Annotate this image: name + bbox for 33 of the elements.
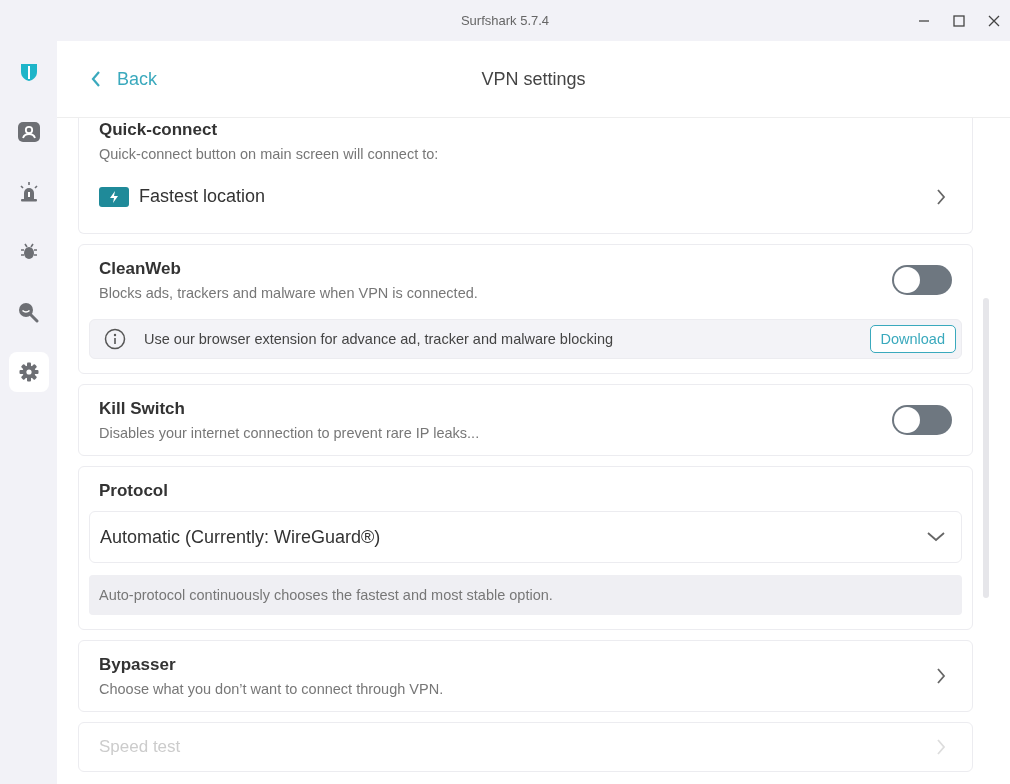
lightning-icon: [99, 186, 129, 207]
toggle-switch[interactable]: [892, 405, 952, 435]
page-title: VPN settings: [481, 68, 586, 90]
person-icon: [17, 122, 40, 142]
chevron-left-icon: [91, 71, 101, 87]
bug-icon: [18, 242, 39, 262]
window-title: Surfshark 5.7.4: [460, 13, 550, 28]
chevron-down-icon: [927, 532, 945, 542]
card-title: CleanWeb: [99, 259, 182, 279]
protocol-note: Auto-protocol continuously chooses the fastest and most stable option.: [89, 575, 962, 615]
quick-connect-option[interactable]: Fastest location: [99, 186, 962, 219]
toggle-switch[interactable]: [892, 265, 952, 295]
maximize-icon[interactable]: [953, 15, 965, 27]
notice-text: Use our browser extension for advance ad, tracker and malware blocking: [144, 331, 615, 347]
chevron-right-icon: [936, 188, 946, 205]
card-description: Disables your internet connection to prevent rare IP leaks...: [99, 425, 481, 441]
protocol-dropdown[interactable]: Automatic (Currently: WireGuard®): [89, 511, 962, 563]
shield-icon: [19, 62, 38, 82]
sidebar-item[interactable]: [8, 352, 49, 392]
settings-link[interactable]: Bypasser Choose what you don’t want to connect through VPN.: [99, 655, 962, 697]
close-icon[interactable]: [988, 15, 1000, 27]
card-title: Protocol: [99, 481, 169, 501]
card-title: Quick-connect: [99, 120, 219, 140]
search-icon: [18, 301, 39, 323]
chevron-right-icon: [936, 739, 946, 755]
info-icon: [104, 328, 126, 350]
card-title: Kill Switch: [99, 399, 186, 419]
chevron-right-icon: [936, 668, 946, 684]
card-description: Blocks ads, trackers and malware when VPN is connected.: [99, 285, 479, 301]
alarm-light-icon: [17, 181, 40, 203]
scrollbar-thumb[interactable]: [983, 298, 989, 598]
settings-icon: [18, 362, 39, 382]
card-description: Quick-connect button on main screen will connect to:: [99, 146, 440, 162]
